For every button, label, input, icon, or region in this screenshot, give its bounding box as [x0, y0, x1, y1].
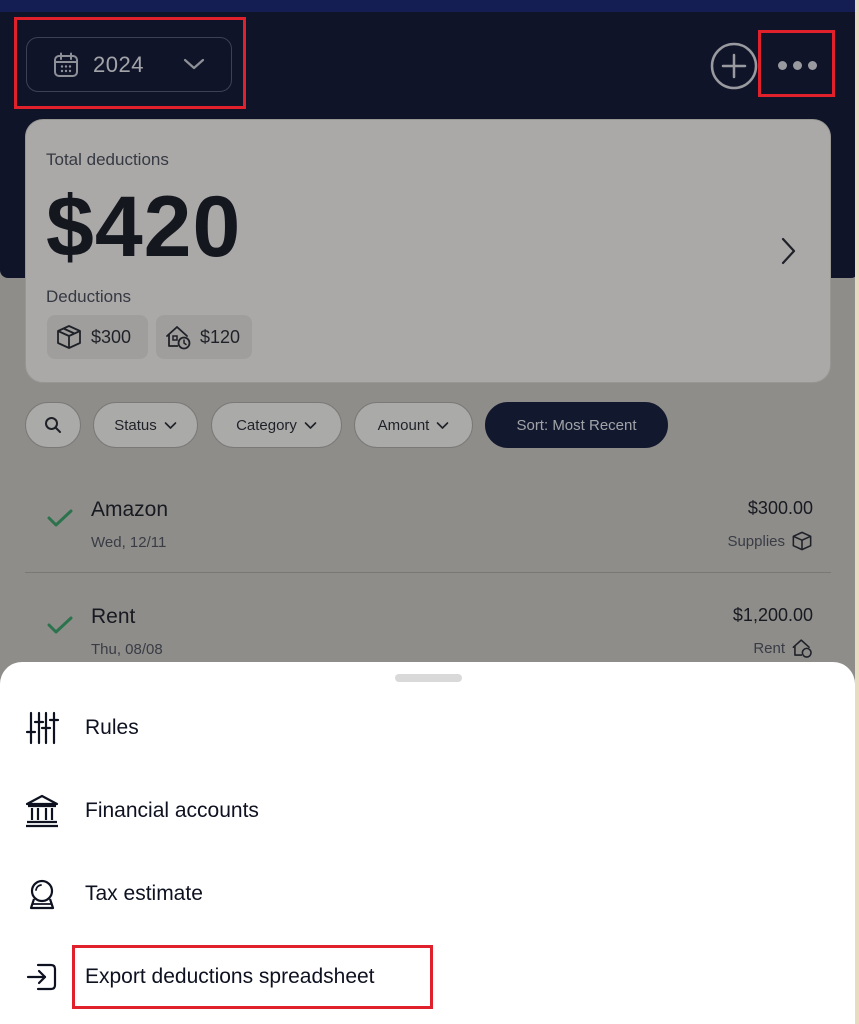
menu-item-label: Financial accounts — [85, 799, 259, 822]
menu-item-financial-accounts[interactable]: Financial accounts — [0, 781, 855, 841]
options-bottom-sheet: Rules Financial accounts Tax estimate Ex… — [0, 662, 855, 1024]
menu-item-tax-estimate[interactable]: Tax estimate — [0, 864, 855, 924]
menu-item-label: Tax estimate — [85, 882, 203, 905]
sheet-drag-handle[interactable] — [395, 674, 462, 682]
menu-item-export-deductions[interactable]: Export deductions spreadsheet — [0, 947, 855, 1007]
export-icon — [26, 963, 57, 991]
menu-item-rules[interactable]: Rules — [0, 698, 855, 758]
menu-item-label: Export deductions spreadsheet — [85, 965, 375, 988]
crystal-ball-icon — [29, 879, 55, 910]
sliders-icon — [25, 711, 60, 745]
bank-icon — [25, 794, 59, 828]
app-screen: 2024 Total deductions $420 Deductions $3… — [0, 0, 859, 1024]
right-edge-strip — [855, 0, 859, 1024]
menu-item-label: Rules — [85, 716, 139, 739]
